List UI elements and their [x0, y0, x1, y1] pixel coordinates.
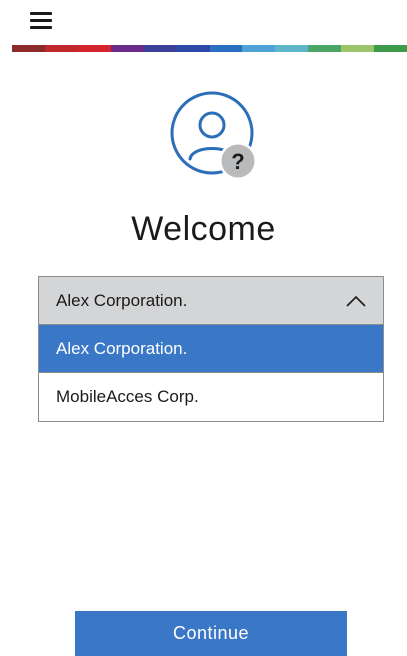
color-strip-segment — [77, 45, 111, 52]
color-strip-segment — [209, 45, 243, 52]
color-strip-segment — [44, 45, 78, 52]
login-screen: ? Welcome Alex Corporation. Alex Corpora… — [0, 0, 407, 656]
user-help-icon: ? — [166, 89, 261, 184]
hamburger-menu-icon[interactable] — [28, 11, 54, 31]
svg-text:?: ? — [231, 149, 244, 174]
dropdown-selected-value: Alex Corporation. — [56, 290, 188, 310]
color-strip-segment — [12, 45, 45, 52]
color-strip-segment — [341, 45, 375, 52]
color-strip-segment — [374, 45, 407, 52]
color-strip-segment — [308, 45, 342, 52]
brand-color-strip — [12, 45, 407, 52]
color-strip-segment — [143, 45, 177, 52]
color-strip-segment — [275, 45, 309, 52]
color-strip-segment — [242, 45, 276, 52]
color-strip-segment — [176, 45, 210, 52]
chevron-up-icon[interactable] — [345, 294, 367, 308]
dropdown-option[interactable]: Alex Corporation. — [39, 325, 383, 373]
page-title: Welcome — [131, 210, 276, 248]
continue-button[interactable]: Continue — [75, 611, 347, 656]
color-strip-segment — [110, 45, 144, 52]
organization-dropdown[interactable]: Alex Corporation. Alex Corporation. Mobi… — [38, 276, 384, 422]
dropdown-header[interactable]: Alex Corporation. — [39, 277, 383, 325]
dropdown-option[interactable]: MobileAcces Corp. — [39, 373, 383, 421]
